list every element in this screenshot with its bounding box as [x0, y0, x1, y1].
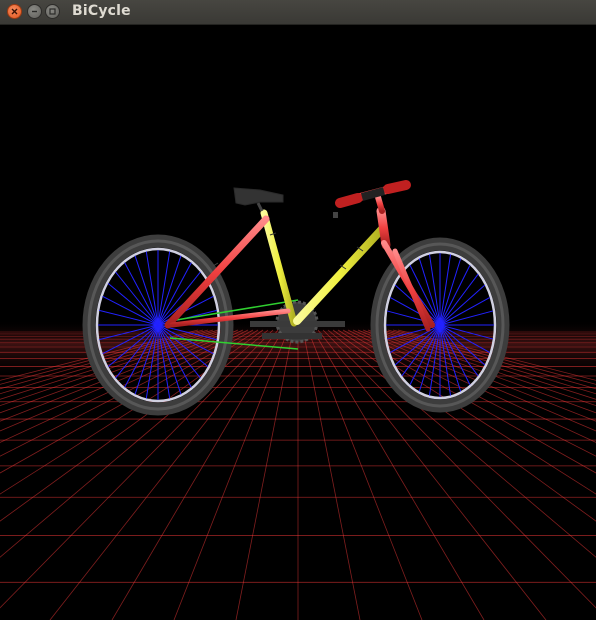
maximize-icon — [49, 8, 56, 15]
window-title: BiCycle — [72, 3, 131, 19]
title-bar: BiCycle — [0, 0, 596, 25]
close-button[interactable] — [7, 4, 22, 19]
scene-canvas — [0, 180, 596, 620]
minimize-icon — [32, 10, 37, 13]
render-viewport[interactable] — [0, 25, 596, 620]
handlebar — [335, 180, 411, 208]
spoke — [115, 271, 159, 326]
floor-grid — [0, 320, 596, 620]
rear-wheel-spokes — [98, 250, 218, 400]
spoke — [439, 273, 479, 326]
frame-yellow-tubes — [260, 209, 386, 327]
minimize-button[interactable] — [27, 4, 42, 19]
close-icon — [11, 8, 18, 15]
saddle — [233, 187, 284, 212]
maximize-button[interactable] — [45, 4, 60, 19]
rear-wheel — [82, 234, 234, 416]
